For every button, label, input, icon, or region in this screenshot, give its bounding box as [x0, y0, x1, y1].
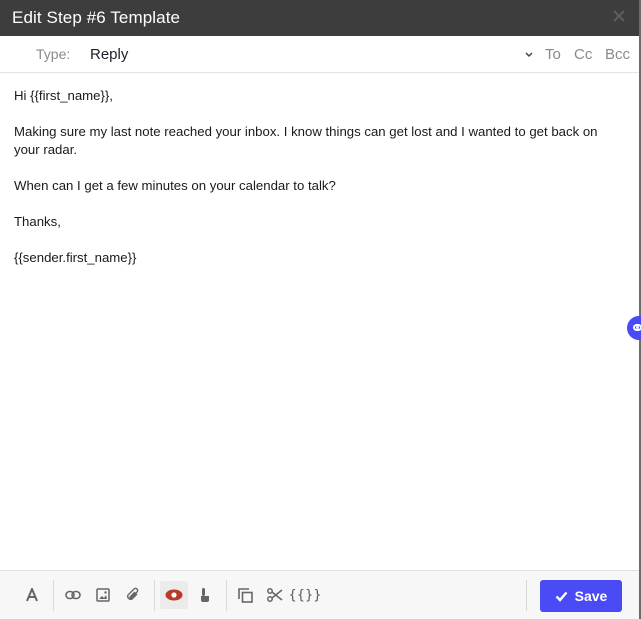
- edit-template-modal: Edit Step #6 Template Type: Reply To Cc …: [0, 0, 641, 619]
- modal-title: Edit Step #6 Template: [12, 8, 181, 27]
- modal-titlebar: Edit Step #6 Template: [0, 0, 639, 36]
- toolbar-divider: [154, 580, 155, 611]
- editor-toolbar: {{}} Save: [0, 570, 639, 619]
- type-select[interactable]: Reply: [90, 46, 128, 63]
- paperclip-icon[interactable]: [119, 581, 147, 609]
- body-paragraph: Making sure my last note reached your in…: [14, 124, 598, 157]
- toolbar-divider: [226, 580, 227, 611]
- email-body-editor[interactable]: Hi {{first_name}}, Making sure my last n…: [0, 73, 639, 570]
- toolbar-divider: [53, 580, 54, 611]
- scissors-icon[interactable]: [261, 581, 289, 609]
- font-icon[interactable]: [18, 581, 46, 609]
- to-toggle[interactable]: To: [545, 46, 561, 63]
- cc-toggle[interactable]: Cc: [574, 46, 592, 63]
- toolbar-divider: [526, 580, 527, 611]
- link-icon[interactable]: [59, 581, 87, 609]
- type-label: Type:: [36, 46, 71, 62]
- bcc-toggle[interactable]: Bcc: [605, 46, 630, 63]
- eye-icon[interactable]: [160, 581, 188, 609]
- copy-icon[interactable]: [231, 581, 259, 609]
- close-icon[interactable]: [611, 9, 627, 25]
- check-icon: [555, 591, 568, 602]
- body-paragraph: When can I get a few minutes on your cal…: [14, 178, 336, 193]
- signature-line: {{sender.first_name}}: [14, 250, 137, 265]
- type-row: Type: Reply To Cc Bcc: [0, 36, 639, 73]
- braces-icon[interactable]: {{}}: [288, 581, 321, 609]
- signoff-line: Thanks,: [14, 214, 61, 229]
- save-button-label: Save: [574, 588, 608, 604]
- save-button[interactable]: Save: [540, 580, 622, 612]
- greeting-line: Hi {{first_name}},: [14, 88, 113, 103]
- pointer-icon[interactable]: [191, 581, 219, 609]
- chevron-down-icon[interactable]: [524, 47, 534, 59]
- image-icon[interactable]: [89, 581, 117, 609]
